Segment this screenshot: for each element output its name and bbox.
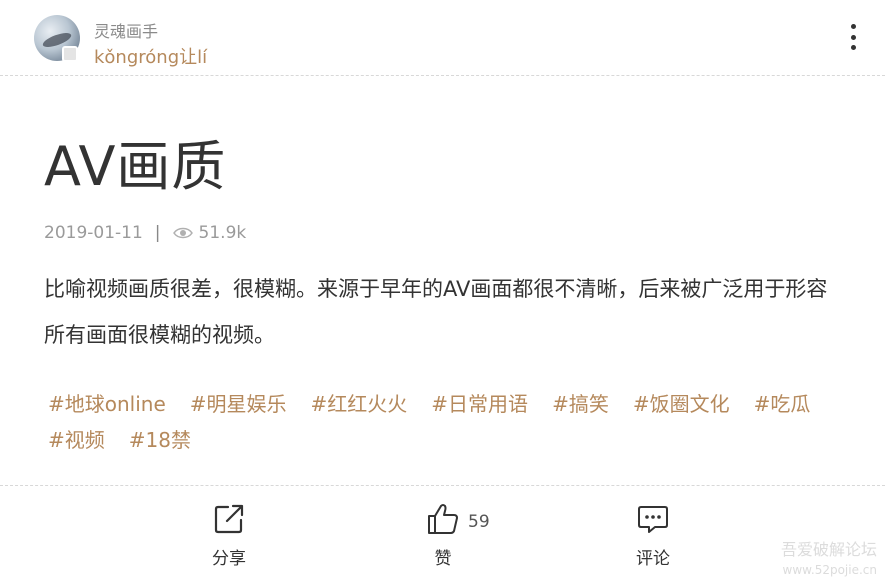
- page-title: AV画质: [44, 135, 227, 198]
- watermark-line1: 吾爱破解论坛: [780, 540, 877, 559]
- share-label: 分享: [212, 549, 246, 569]
- tag-link[interactable]: #红红火火: [311, 386, 408, 422]
- comment-button[interactable]: 评论: [636, 502, 670, 569]
- tag-link[interactable]: #吃瓜: [754, 386, 811, 422]
- thumbs-up-icon: [428, 504, 458, 534]
- watermark-line2: www.52pojie.cn: [782, 563, 877, 577]
- section-divider: [0, 485, 885, 486]
- more-options-button[interactable]: [843, 22, 863, 52]
- meta-separator: |: [154, 223, 161, 243]
- tag-link[interactable]: #18禁: [129, 422, 191, 458]
- brand-name: 灵魂画手: [94, 22, 159, 41]
- like-button[interactable]: 赞: [426, 502, 460, 569]
- like-count: 59: [468, 512, 490, 532]
- watermark: 吾爱破解论坛 www.52pojie.cn: [781, 540, 877, 580]
- comment-icon: [638, 506, 668, 533]
- comment-label: 评论: [636, 549, 670, 569]
- tag-link[interactable]: #明星娱乐: [190, 386, 287, 422]
- tag-link[interactable]: #日常用语: [431, 386, 528, 422]
- share-icon: [214, 504, 244, 534]
- pinyin-subtitle: kǒngróng让lí: [94, 47, 208, 68]
- publish-date: 2019-01-11: [44, 223, 143, 243]
- tag-link[interactable]: #视频: [48, 422, 105, 458]
- share-button[interactable]: 分享: [212, 502, 246, 569]
- tag-list: #地球online #明星娱乐 #红红火火 #日常用语 #搞笑 #饭圈文化 #吃…: [48, 386, 848, 458]
- eye-icon: [172, 227, 193, 239]
- tag-link[interactable]: #搞笑: [552, 386, 609, 422]
- vertical-ellipsis-icon: [850, 24, 856, 29]
- view-count: 51.9k: [198, 223, 247, 243]
- article-meta: 2019-01-11 | 51.9k: [44, 222, 246, 244]
- vertical-ellipsis-icon: [850, 45, 856, 50]
- top-header: 灵魂画手 kǒngróng让lí: [0, 0, 885, 76]
- vertical-ellipsis-icon: [850, 34, 856, 40]
- like-label: 赞: [434, 549, 452, 569]
- article-description: 比喻视频画质很差，很模糊。来源于早年的AV画面都很不清晰，后来被广泛用于形容所有…: [44, 277, 828, 347]
- avatar-badge-icon: [62, 46, 78, 62]
- tag-link[interactable]: #地球online: [48, 386, 166, 422]
- tag-link[interactable]: #饭圈文化: [633, 386, 730, 422]
